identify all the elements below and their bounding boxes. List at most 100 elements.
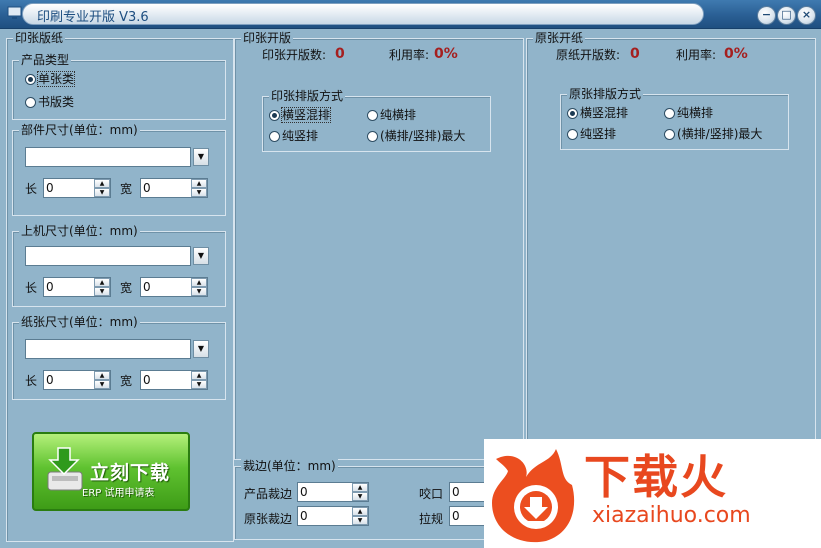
radio-raw-vertical[interactable]: 纯竖排 — [567, 127, 616, 141]
spin-up-icon[interactable]: ▲ — [94, 179, 110, 188]
radio-book[interactable]: 书版类 — [25, 95, 74, 109]
spin-value: 0 — [46, 181, 54, 195]
title-pill: 印刷专业开版 V3.6 — [22, 3, 704, 25]
spin-value: 0 — [46, 280, 54, 294]
raw-trim-label: 原张裁边 — [244, 512, 293, 526]
radio-label: 纯横排 — [677, 106, 714, 120]
radio-single-sheet[interactable]: 单张类 — [25, 71, 76, 87]
spin-value: 0 — [452, 485, 460, 499]
spin-down-icon[interactable]: ▼ — [352, 516, 368, 525]
print-sheet-title: 印张开版 — [241, 31, 294, 45]
radio-raw-mixed[interactable]: 横竖混排 — [567, 106, 628, 120]
radio-print-vertical[interactable]: 纯竖排 — [269, 129, 318, 143]
spin-down-icon[interactable]: ▼ — [352, 492, 368, 501]
press-size-title: 上机尺寸(单位：mm) — [19, 224, 140, 238]
radio-label: 横竖混排 — [280, 107, 332, 123]
press-width-label: 宽 — [120, 281, 133, 295]
spin-up-icon[interactable]: ▲ — [94, 278, 110, 287]
spin-value: 0 — [452, 509, 460, 523]
maximize-button[interactable]: □ — [777, 6, 796, 25]
window-title: 印刷专业开版 V3.6 — [37, 10, 149, 25]
product-trim-stepper[interactable]: 0 ▲ ▼ — [297, 482, 369, 502]
radio-dot — [269, 110, 280, 121]
radio-label: 纯横排 — [380, 108, 417, 122]
spin-down-icon[interactable]: ▼ — [94, 380, 110, 389]
print-count-label: 印张开版数: — [262, 48, 327, 62]
spin-up-icon[interactable]: ▲ — [191, 371, 207, 380]
part-length-stepper[interactable]: 0 ▲ ▼ — [43, 178, 111, 198]
download-subtitle: ERP 试用申请表 — [82, 488, 155, 499]
spin-up-icon[interactable]: ▲ — [94, 371, 110, 380]
raw-count-label: 原纸开版数: — [556, 48, 621, 62]
paper-length-stepper[interactable]: 0 ▲ ▼ — [43, 370, 111, 390]
radio-dot — [567, 129, 578, 140]
flame-logo-icon — [486, 443, 578, 548]
close-button[interactable]: × — [797, 6, 816, 25]
paper-length-label: 长 — [25, 374, 38, 388]
print-util-label: 利用率: — [389, 48, 430, 62]
radio-dot — [567, 108, 578, 119]
raw-layout-title: 原张排版方式 — [567, 87, 644, 101]
product-type-group: 产品类型 单张类 书版类 — [12, 53, 226, 120]
spin-down-icon[interactable]: ▼ — [94, 188, 110, 197]
part-size-combo[interactable] — [25, 147, 191, 167]
radio-dot — [25, 74, 36, 85]
paper-size-combo[interactable] — [25, 339, 191, 359]
minimize-button[interactable]: − — [757, 6, 776, 25]
spin-up-icon[interactable]: ▲ — [191, 278, 207, 287]
press-size-combo[interactable] — [25, 246, 191, 266]
radio-label: 纯竖排 — [580, 127, 617, 141]
radio-label: (横排/竖排)最大 — [677, 127, 763, 141]
radio-dot — [269, 131, 280, 142]
raw-util-label: 利用率: — [676, 48, 717, 62]
spin-down-icon[interactable]: ▼ — [191, 188, 207, 197]
part-size-title: 部件尺寸(单位：mm) — [19, 123, 140, 137]
spin-down-icon[interactable]: ▼ — [191, 380, 207, 389]
pull-label: 拉规 — [419, 512, 444, 526]
spin-down-icon[interactable]: ▼ — [191, 287, 207, 296]
product-type-title: 产品类型 — [19, 53, 72, 67]
radio-print-max[interactable]: (横排/竖排)最大 — [367, 129, 465, 143]
radio-label: 书版类 — [38, 95, 75, 109]
spin-value: 0 — [46, 373, 54, 387]
chevron-down-icon[interactable]: ▼ — [193, 340, 209, 358]
radio-dot — [367, 110, 378, 121]
radio-label: 纯竖排 — [282, 129, 319, 143]
radio-print-horizontal[interactable]: 纯横排 — [367, 108, 416, 122]
print-count-value: 0 — [335, 46, 345, 62]
part-length-label: 长 — [25, 182, 38, 196]
chevron-down-icon[interactable]: ▼ — [193, 247, 209, 265]
print-layout-group: 印张排版方式 横竖混排 纯横排 纯竖排 (横排/竖排)最大 — [262, 89, 491, 152]
radio-dot — [664, 129, 675, 140]
download-button[interactable]: 立刻下载 ERP 试用申请表 — [32, 432, 190, 511]
chevron-down-icon[interactable]: ▼ — [193, 148, 209, 166]
press-length-stepper[interactable]: 0 ▲ ▼ — [43, 277, 111, 297]
bite-label: 咬口 — [419, 487, 444, 501]
paper-width-stepper[interactable]: 0 ▲ ▼ — [140, 370, 208, 390]
spin-value: 0 — [143, 373, 151, 387]
raw-count-value: 0 — [630, 46, 640, 62]
radio-dot — [25, 97, 36, 108]
radio-raw-max[interactable]: (横排/竖排)最大 — [664, 127, 762, 141]
print-layout-title: 印张排版方式 — [269, 89, 346, 103]
radio-label: 横竖混排 — [580, 106, 629, 120]
trim-title: 裁边(单位：mm) — [241, 459, 338, 473]
watermark-cn: 下载火 — [584, 450, 728, 504]
raw-trim-stepper[interactable]: 0 ▲ ▼ — [297, 506, 369, 526]
press-width-stepper[interactable]: 0 ▲ ▼ — [140, 277, 208, 297]
raw-sheet-title: 原张开纸 — [533, 31, 586, 45]
radio-raw-horizontal[interactable]: 纯横排 — [664, 106, 713, 120]
raw-layout-group: 原张排版方式 横竖混排 纯横排 纯竖排 (横排/竖排)最大 — [560, 87, 789, 150]
title-bar: 印刷专业开版 V3.6 − □ × — [0, 0, 821, 29]
watermark-url: xiazaihuo.com — [592, 503, 751, 528]
spin-down-icon[interactable]: ▼ — [94, 287, 110, 296]
part-width-label: 宽 — [120, 182, 133, 196]
product-trim-label: 产品裁边 — [244, 487, 293, 501]
part-width-stepper[interactable]: 0 ▲ ▼ — [140, 178, 208, 198]
spin-up-icon[interactable]: ▲ — [352, 483, 368, 492]
spin-up-icon[interactable]: ▲ — [352, 507, 368, 516]
left-panel-title: 印张版纸 — [13, 31, 66, 45]
spin-up-icon[interactable]: ▲ — [191, 179, 207, 188]
radio-print-mixed[interactable]: 横竖混排 — [269, 107, 332, 123]
download-title: 立刻下载 — [90, 462, 171, 484]
